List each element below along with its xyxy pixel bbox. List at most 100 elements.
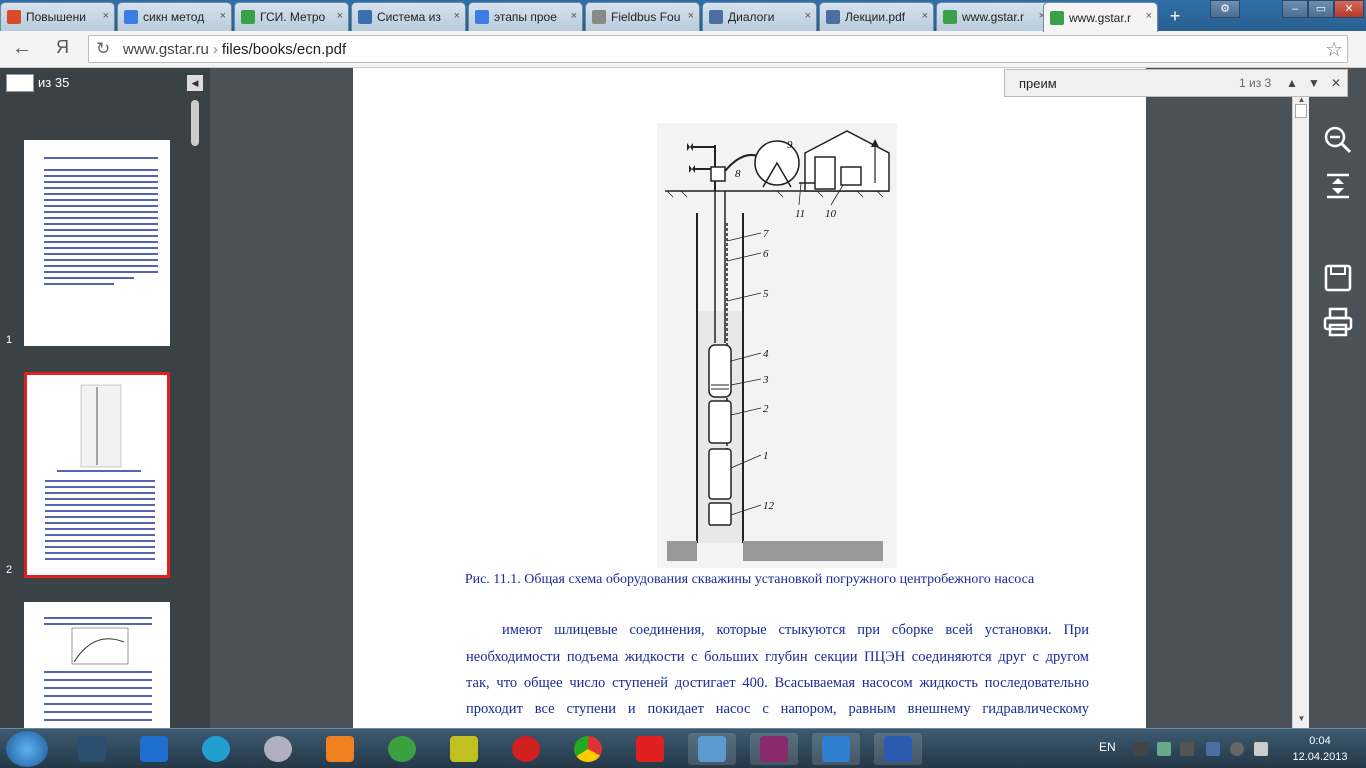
google-icon [124,10,138,24]
page-number-input[interactable] [6,74,34,92]
page-thumbnail-1[interactable] [24,140,170,346]
taskbar-opera[interactable] [502,733,550,765]
pdf-document-area[interactable]: 9 8 11 10 7 6 5 4 3 2 1 12 Рис. 11.1. Об… [210,68,1366,728]
taskbar-photo-viewer[interactable] [688,733,736,765]
taskbar-app-yellow[interactable] [440,733,488,765]
vk-icon[interactable] [1206,742,1220,756]
zoom-out-icon[interactable] [1322,124,1354,156]
clock-time: 0:04 [1309,735,1331,747]
minimize-button[interactable]: – [1282,0,1308,18]
save-icon[interactable] [1322,262,1354,294]
body-text-line: проходит все ступени и покидает насос с … [466,701,1089,717]
figure-label: 8 [735,168,741,180]
browser-tab[interactable]: Fieldbus Fou × [585,2,700,31]
close-tab-icon[interactable]: × [103,10,109,22]
page-icon [358,10,372,24]
figure-label: 3 [762,374,769,386]
address-bar[interactable]: ↻ www.gstar.ru › files/books/ecn.pdf ☆ [88,35,1348,63]
system-clock[interactable]: 0:04 12.04.2013 [1290,733,1350,765]
close-tab-icon[interactable]: × [922,10,928,22]
close-window-button[interactable]: ✕ [1334,0,1364,18]
fit-page-icon[interactable] [1322,170,1354,202]
close-tab-icon[interactable]: × [805,10,811,22]
tray-icon[interactable] [1134,742,1148,756]
thumbnail-chart-and-text [44,617,152,721]
back-arrow-icon[interactable]: ← [12,37,32,60]
taskbar-paint[interactable] [812,733,860,765]
taskbar-phone-app[interactable] [130,733,178,765]
figure-caption: Рис. 11.1. Общая схема оборудования сква… [464,572,1035,587]
close-tab-icon[interactable]: × [1146,10,1152,22]
print-icon[interactable] [1322,306,1354,338]
reload-icon[interactable]: ↻ [96,39,110,59]
scroll-down-arrow-icon[interactable]: ▼ [1293,714,1310,723]
document-scrollbar[interactable]: ▲ ▼ [1292,95,1310,728]
taskbar-word[interactable] [874,733,922,765]
thumbnail-number: 2 [6,564,13,576]
url-text[interactable]: www.gstar.ru › files/books/ecn.pdf [123,41,346,58]
find-next-icon[interactable]: ▼ [1303,73,1325,93]
start-button[interactable] [6,731,48,767]
browser-tab[interactable]: Система из × [351,2,466,31]
taskbar-media-player[interactable] [192,733,240,765]
tab-strip: Повышени × сикн метод × ГСИ. Метро × Система и… [0,0,1366,32]
tab-label: www.gstar.r [962,10,1025,24]
page-thumbnail-3[interactable] [24,602,170,728]
browser-tab[interactable]: этапы прое × [468,2,583,31]
browser-toolbar: ← Я ↻ www.gstar.ru › files/books/ecn.pdf ☆ [0,31,1366,68]
scrollbar-thumb[interactable] [1295,104,1307,118]
google-icon [475,10,489,24]
taskbar-chrome[interactable] [564,733,612,765]
document-icon [592,10,606,24]
browser-tab[interactable]: www.gstar.r × [936,2,1051,31]
find-previous-icon[interactable]: ▲ [1281,73,1303,93]
pdf-page: 9 8 11 10 7 6 5 4 3 2 1 12 Рис. 11.1. Об… [353,68,1146,728]
maximize-button[interactable]: ▭ [1308,0,1334,18]
url-separator: › [212,41,218,58]
tray-icon[interactable] [1157,742,1171,756]
language-indicator[interactable]: EN [1099,740,1116,754]
tab-label: www.gstar.r [1069,10,1132,25]
settings-icon[interactable]: ⚙ [1210,0,1240,18]
close-tab-icon[interactable]: × [571,10,577,22]
taskbar-yandex-browser[interactable] [626,733,674,765]
close-tab-icon[interactable]: × [337,10,343,22]
volume-icon[interactable] [1254,742,1268,756]
browser-tab[interactable]: Диалоги × [702,2,817,31]
tab-label: ГСИ. Метро [260,10,326,24]
new-tab-button[interactable]: + [1162,6,1188,26]
tab-label: Лекции.pdf [845,10,906,24]
close-tab-icon[interactable]: × [688,10,694,22]
taskbar-utorrent[interactable] [378,733,426,765]
figure-label: 10 [825,208,837,220]
taskbar-dvd-app[interactable] [254,733,302,765]
browser-tab[interactable]: Лекции.pdf × [819,2,934,31]
taskbar-winrar[interactable] [750,733,798,765]
sidebar-scrollbar[interactable] [191,100,199,146]
url-host: www.gstar.ru [123,41,209,58]
browser-tab[interactable]: www.gstar.r × [1043,2,1158,32]
find-close-icon[interactable]: ✕ [1325,73,1347,93]
find-input[interactable]: преим [1019,76,1057,91]
thumbnail-number: 1 [6,334,13,346]
browser-tab[interactable]: сикн метод × [117,2,232,31]
body-text-line: так, что общее число ступеней достигает … [466,675,1089,691]
close-tab-icon[interactable]: × [454,10,460,22]
tray-icon[interactable] [1180,742,1194,756]
taskbar-app-orange[interactable] [316,733,364,765]
close-tab-icon[interactable]: × [220,10,226,22]
collapse-sidebar-icon[interactable]: ◀ [187,75,203,91]
yandex-button[interactable]: Я [56,37,69,58]
find-match-count: 1 из 3 [1239,76,1272,90]
browser-tab[interactable]: ГСИ. Метро × [234,2,349,31]
browser-tab[interactable]: Повышени × [0,2,115,31]
star-icon[interactable]: ☆ [1325,37,1343,62]
tab-label: сикн метод [143,10,205,24]
pdf-thumbnail-sidebar: из 35 ◀ 1 2 [0,68,210,728]
taskbar-file-manager[interactable] [68,733,116,765]
page-thumbnail-2[interactable] [24,372,170,578]
vk-icon [826,10,840,24]
page-icon [7,10,21,24]
clock-icon[interactable] [1230,742,1244,756]
thumbnail-figure-and-text [45,384,155,560]
